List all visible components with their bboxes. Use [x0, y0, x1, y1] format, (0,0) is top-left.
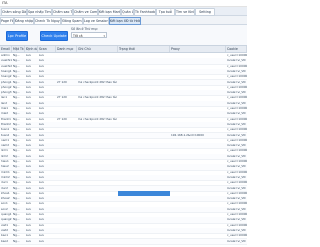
load-profile-button[interactable]: Lọc Profile [6, 31, 28, 41]
nav-item-3[interactable]: Chấm sao Tk [52, 8, 73, 16]
tab-5[interactable]: Log ve Session [83, 17, 109, 25]
tab-1[interactable]: Page Fb [0, 17, 14, 25]
table-cell [77, 239, 118, 244]
table-cell: Lưu [26, 238, 32, 243]
nav-item-7[interactable]: Tk Fanhhodays [134, 8, 156, 16]
window-title: ITA [2, 1, 8, 5]
nav-item-10[interactable]: Setting [195, 8, 215, 16]
table-header: EmailMật TkhĐịnh danhScanDanh mụcGhi Chú… [0, 46, 247, 53]
tab-4[interactable]: Đăng Spam [61, 17, 83, 25]
nav-item-1[interactable]: Chăm sóng Dàng tin [1, 8, 27, 16]
app-window: ITA Chăm sóng Dàng tinSpa nhấp TimelineC… [0, 0, 247, 247]
table-cell [56, 239, 77, 244]
folder-select[interactable]: Tất cả ▾ [71, 32, 107, 38]
column-header-8[interactable]: Proxy [170, 46, 226, 52]
table-cell: locale=vi_VN [227, 238, 246, 243]
column-header-9[interactable]: Cookie [226, 46, 247, 52]
column-header-3[interactable]: Định danh [25, 46, 38, 52]
nav-item-6[interactable]: Quản LG [121, 8, 134, 16]
tab-2[interactable]: Đăng nhập [14, 17, 34, 25]
nav-item-2[interactable]: Spa nhấp Timeline [27, 8, 52, 16]
nav-item-5[interactable]: Kết bạn Marketplace [98, 8, 121, 16]
select-label: Số lần ở Thừ mục [71, 27, 98, 31]
nav-item-4[interactable]: Chấm ve Comment [73, 8, 98, 16]
column-header-2[interactable]: Mật Tkh [12, 46, 25, 52]
toolbar-panel: Lọc Profile Check Update Số lần ở Thừ mụ… [0, 25, 247, 45]
table-cell [118, 239, 170, 244]
accounts-table: EmailMật TkhĐịnh danhScanDanh mụcGhi Chú… [0, 45, 247, 247]
nav-item-9[interactable]: Tìm ve Kinhd [175, 8, 195, 16]
column-header-4[interactable]: Scan [38, 46, 56, 52]
nav-item-8[interactable]: Tạo tuổi [156, 8, 175, 16]
column-header-1[interactable]: Email [0, 46, 12, 52]
tab-3[interactable]: Check Tk Nguyên [34, 17, 61, 25]
tab-bar: Page FbĐăng nhậpCheck Tk NguyênĐăng Spam… [0, 16, 247, 25]
folder-select-value: Tất cả [73, 34, 83, 38]
title-bar: ITA [0, 0, 247, 7]
top-navigation: Chăm sóng Dàng tinSpa nhấp TimelineChấm … [0, 7, 247, 16]
table-row[interactable]: bao2 Ng... Lưu Lưu locale=vi_VN [0, 238, 247, 245]
table-cell: Lưu [39, 238, 45, 243]
table-cell: bao2 [1, 238, 8, 243]
check-update-button[interactable]: Check Update [40, 31, 68, 41]
table-cell [170, 239, 226, 244]
column-header-5[interactable]: Danh mục [56, 46, 77, 52]
column-header-6[interactable]: Ghi Chú [77, 46, 118, 52]
table-cell: Ng... [13, 238, 20, 243]
tab-6[interactable]: Kết bạn XĐ từ Hdiện [109, 17, 141, 25]
chevron-down-icon: ▾ [103, 34, 105, 38]
column-header-7[interactable]: Trạng thái [118, 46, 170, 52]
